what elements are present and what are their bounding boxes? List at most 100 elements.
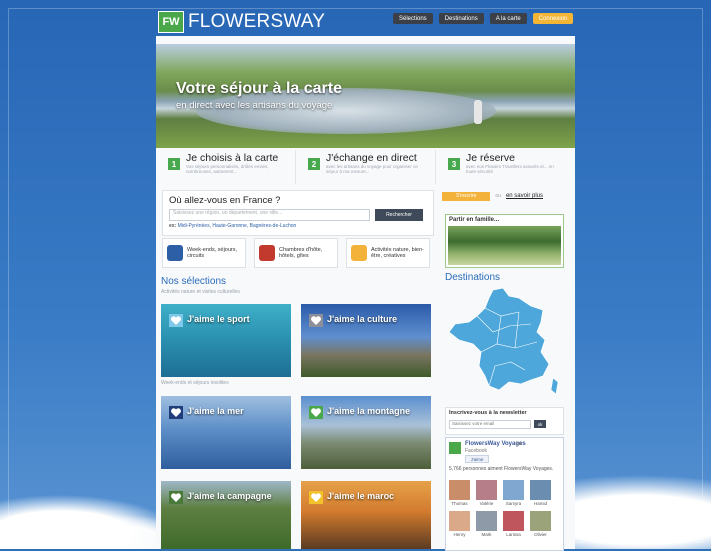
activity-icon xyxy=(351,245,367,261)
tile-maroc[interactable]: J'aime le maroc xyxy=(301,481,431,549)
tile-culture[interactable]: J'aime la culture xyxy=(301,304,431,377)
search-input[interactable]: Saisissez une région, un département, un… xyxy=(169,209,370,221)
search-button[interactable]: Rechercher xyxy=(375,209,423,221)
search-examples: ex: Midi-Pyrénées, Haute-Garonne, Bagnèr… xyxy=(169,223,296,229)
avatar xyxy=(503,511,524,531)
top-navigation: Sélections Destinations A la carte Conne… xyxy=(393,13,574,24)
fb-count-text: 5,766 personnes aiment FlowersWay Voyage… xyxy=(449,466,554,472)
category-chambres[interactable]: Chambres d'hôte, hôtels, gîtes xyxy=(254,238,338,268)
destination-search: Où allez-vous en France ? Saisissez une … xyxy=(162,190,434,236)
tile-sport[interactable]: J'aime le sport xyxy=(161,304,291,377)
step-number: 1 xyxy=(168,158,180,170)
logo[interactable]: FW FLOWERSWAY xyxy=(158,11,325,33)
tile-mer[interactable]: J'aime la mer xyxy=(161,396,291,469)
selections-title: Nos sélections xyxy=(161,276,227,287)
hero-hiker xyxy=(474,100,482,124)
hero-banner: Votre séjour à la carte en direct avec l… xyxy=(156,44,575,148)
category-label: Week-ends, séjours, circuits xyxy=(187,246,238,260)
fan[interactable]: Mark xyxy=(476,511,497,537)
fb-on: sur xyxy=(516,441,523,447)
suitcase-icon xyxy=(167,245,183,261)
tile-label: J'aime la montagne xyxy=(327,406,411,416)
category-weekends[interactable]: Week-ends, séjours, circuits xyxy=(162,238,246,268)
category-label: Chambres d'hôte, hôtels, gîtes xyxy=(279,246,323,260)
step-subtitle: Vos séjours personnalisés, drôles envies… xyxy=(186,164,269,174)
logo-badge: FW xyxy=(158,11,184,33)
heart-icon xyxy=(169,314,183,327)
fan-name: Thomas xyxy=(451,501,468,506)
avatar xyxy=(530,480,551,500)
corsica[interactable] xyxy=(550,377,559,395)
selections-subtitle-2: Week-ends et séjours insolites xyxy=(161,380,229,386)
avatar xyxy=(449,511,470,531)
hero-subtitle: en direct avec les artisans du voyage xyxy=(176,100,333,111)
newsletter-ok-button[interactable]: ok xyxy=(534,420,546,428)
tile-label: J'aime le maroc xyxy=(327,491,395,501)
step-number: 2 xyxy=(308,158,320,170)
avatar xyxy=(530,511,551,531)
tile-label: J'aime la mer xyxy=(187,406,244,416)
nav-a-la-carte[interactable]: A la carte xyxy=(489,13,527,24)
search-question: Où allez-vous en France ? xyxy=(169,195,281,206)
nav-selections[interactable]: Sélections xyxy=(393,13,433,24)
nav-connexion[interactable]: Connexion xyxy=(532,13,574,24)
step-title: J'échange en direct xyxy=(326,152,417,164)
steps-bar: 1 Je choisis à la carte Vos séjours pers… xyxy=(156,150,575,184)
heart-icon xyxy=(309,314,323,327)
fan[interactable]: Olivier xyxy=(530,511,551,537)
france-mainland[interactable] xyxy=(448,287,550,391)
fan-name: Olivier xyxy=(534,532,547,537)
step-title: Je réserve xyxy=(466,152,516,164)
examples-links[interactable]: Midi-Pyrénées, Haute-Garonne, Bagnères-d… xyxy=(178,223,297,229)
tile-label: J'aime la culture xyxy=(327,314,398,324)
fan-name: Valérie xyxy=(479,501,494,506)
bed-icon xyxy=(259,245,275,261)
step-2[interactable]: 2 J'échange en direct avec les artisans … xyxy=(296,150,436,184)
step-3[interactable]: 3 Je réserve avec nos Flowers Travellers… xyxy=(436,150,575,184)
category-label: Activités nature, bien-être, créatives xyxy=(371,246,424,260)
famille-photo xyxy=(448,226,561,265)
step-1[interactable]: 1 Je choisis à la carte Vos séjours pers… xyxy=(156,150,296,184)
tab-or: ou xyxy=(495,193,501,199)
learn-more-link[interactable]: en savoir plus xyxy=(506,193,543,199)
newsletter-title: Inscrivez-vous à la newsletter xyxy=(449,410,527,416)
fan[interactable]: Hamid xyxy=(530,480,551,506)
tile-label: J'aime le sport xyxy=(187,314,250,324)
destinations-title: Destinations xyxy=(445,272,501,283)
famille-promo[interactable]: Partir en famille... xyxy=(445,214,564,268)
fan[interactable]: Samyra xyxy=(503,480,524,506)
step-subtitle: avec les artisans du voyage pour organis… xyxy=(326,164,418,174)
signup-button[interactable]: S'inscrire xyxy=(442,191,491,201)
heart-icon xyxy=(169,406,183,419)
avatar xyxy=(503,480,524,500)
signup-tabs: S'inscrire ou en savoir plus xyxy=(442,191,543,201)
heart-icon xyxy=(309,491,323,504)
fb-page-avatar[interactable] xyxy=(449,442,461,454)
step-title: Je choisis à la carte xyxy=(186,152,279,164)
fb-network: Facebook xyxy=(465,448,487,454)
tile-montagne[interactable]: J'aime la montagne xyxy=(301,396,431,469)
examples-prefix: ex: xyxy=(169,223,177,229)
fb-like-button[interactable]: J'aime xyxy=(465,455,489,463)
page-content: Votre séjour à la carte en direct avec l… xyxy=(156,36,575,551)
fan[interactable]: Valérie xyxy=(476,480,497,506)
selections-subtitle: Activités nature et visites culturelles xyxy=(161,289,240,295)
france-map[interactable] xyxy=(445,286,564,398)
avatar xyxy=(476,511,497,531)
category-activites[interactable]: Activités nature, bien-être, créatives xyxy=(346,238,430,268)
hero-title: Votre séjour à la carte xyxy=(176,80,342,97)
nav-destinations[interactable]: Destinations xyxy=(438,13,484,24)
famille-title: Partir en famille... xyxy=(449,217,500,223)
fan[interactable]: Thomas xyxy=(449,480,470,506)
tile-campagne[interactable]: J'aime la campagne xyxy=(161,481,291,549)
fan-name: Samyra xyxy=(505,501,522,506)
step-subtitle: avec nos Flowers Travellers assurés et..… xyxy=(466,164,554,174)
step-number: 3 xyxy=(448,158,460,170)
fan-name: Mark xyxy=(481,532,492,537)
newsletter-box: Inscrivez-vous à la newsletter Saisissez… xyxy=(445,407,564,435)
fan[interactable]: Larissa xyxy=(503,511,524,537)
fan-name: Henry xyxy=(453,532,466,537)
fan[interactable]: Henry xyxy=(449,511,470,537)
newsletter-email-input[interactable]: Saisissez votre email xyxy=(449,420,531,429)
facebook-widget: FlowersWay Voyages sur Facebook J'aime 5… xyxy=(445,437,564,551)
